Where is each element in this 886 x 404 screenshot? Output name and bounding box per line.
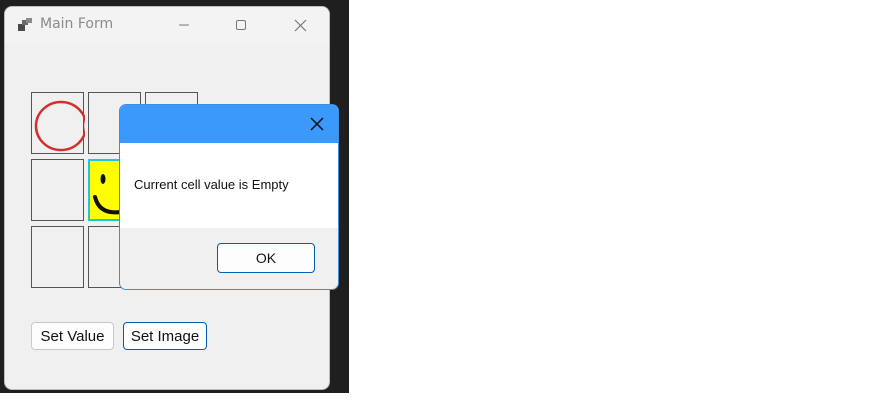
red-circle-icon xyxy=(34,100,88,152)
maximize-icon xyxy=(236,20,246,30)
close-icon xyxy=(294,19,306,31)
dialog-title-bar[interactable] xyxy=(120,105,338,143)
window-title: Main Form xyxy=(40,16,114,32)
set-value-button[interactable]: Set Value xyxy=(31,322,114,350)
set-image-button[interactable]: Set Image xyxy=(123,322,207,350)
minimize-icon xyxy=(179,24,189,26)
ok-button[interactable]: OK xyxy=(217,243,315,273)
grid-cell-r2c0[interactable] xyxy=(31,226,84,288)
message-dialog: Current cell value is Empty OK xyxy=(119,104,339,290)
dialog-body: Current cell value is Empty xyxy=(120,143,338,228)
close-icon xyxy=(310,117,324,131)
dialog-message: Current cell value is Empty xyxy=(134,177,289,192)
grid-cell-r1c0[interactable] xyxy=(31,159,84,221)
close-button[interactable] xyxy=(271,7,329,43)
app-window-icon xyxy=(18,18,32,31)
dialog-close-button[interactable] xyxy=(304,111,330,137)
minimize-button[interactable] xyxy=(155,7,213,43)
maximize-button[interactable] xyxy=(212,7,270,43)
title-bar[interactable]: Main Form xyxy=(5,7,329,43)
grid-cell-r0c0[interactable] xyxy=(31,92,88,154)
